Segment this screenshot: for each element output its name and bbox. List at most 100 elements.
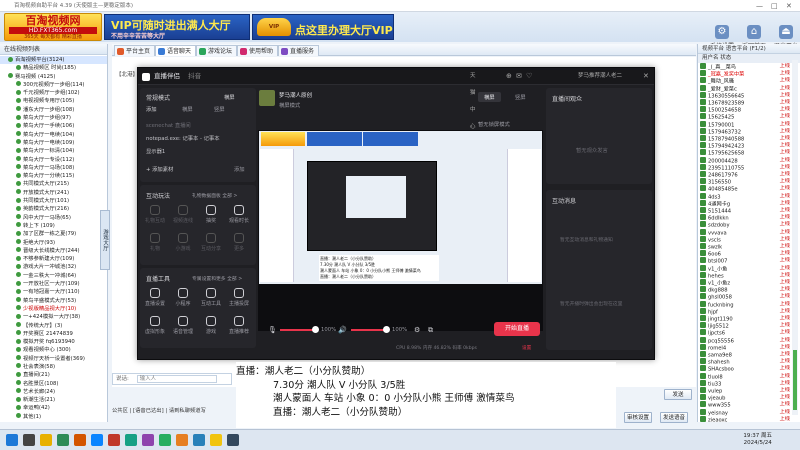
user-row[interactable]: _爱财_爱菜c 上线	[700, 84, 796, 92]
live-tool-item[interactable]: 直播设置	[141, 288, 169, 307]
user-row[interactable]: 23951110755 上线	[700, 163, 796, 171]
live-tool-item[interactable]: 语音管理	[169, 316, 197, 335]
live-tool-item[interactable]: 互动工具	[197, 288, 225, 307]
vip-ad-2[interactable]: VIP 点这里办理大厅VIP	[252, 14, 394, 40]
taskbar-app-icon[interactable]	[142, 434, 154, 446]
scrollbar-thumb[interactable]	[793, 350, 797, 410]
taskbar-clock[interactable]: 19:37 周五 2024/5/24	[743, 433, 772, 447]
close-button[interactable]: ✕	[786, 0, 792, 12]
add-source-alt-button[interactable]: 添加	[234, 165, 245, 173]
channel-tree-item[interactable]: 精品视频区 时尚(185)	[0, 64, 107, 72]
user-list-tabs[interactable]: 视频平台 语言平台 (F1/2)	[698, 44, 800, 54]
user-list-scrollbar[interactable]	[792, 60, 798, 415]
minimize-button[interactable]: —	[756, 0, 763, 12]
channel-tree-item[interactable]: 共同模式大厅(215)	[0, 180, 107, 188]
live-tool-item[interactable]: 虚拟形象	[141, 316, 169, 335]
live-tool-item[interactable]: 主播投屏	[225, 288, 253, 307]
user-row[interactable]: 200004428 上线	[700, 156, 796, 164]
interaction-item[interactable]: 更多	[225, 233, 253, 252]
source-item-3[interactable]: 显示器1	[146, 147, 165, 155]
taskbar-app-icon[interactable]	[6, 434, 18, 446]
source-item-1[interactable]: scenechat 直播间	[146, 121, 191, 129]
user-row[interactable]: 15790001 上线	[700, 120, 796, 128]
user-row[interactable]: ljpcts6 上线	[700, 329, 796, 337]
taskbar-app-icon[interactable]	[57, 434, 69, 446]
channel-tree-item[interactable]: 名胜景区(108)	[0, 380, 107, 388]
channel-tree-item[interactable]: 共同模式大厅(101)	[0, 197, 107, 205]
user-row[interactable]: 40485485e 上线	[700, 185, 796, 193]
user-row[interactable]: hjpf 上线	[700, 307, 796, 315]
interaction-more-link[interactable]: 礼物数据面板 全部 >	[192, 192, 237, 199]
user-row[interactable]: fucknbing 上线	[700, 300, 796, 308]
user-row[interactable]: v1_小鱼z 上线	[700, 279, 796, 286]
user-row[interactable]: v1_小鱼 上线	[700, 264, 796, 272]
user-row[interactable]: vjeaub 上线	[700, 394, 796, 401]
interaction-item[interactable]: 礼物互动	[141, 205, 169, 224]
tab-1[interactable]: 语音聊天	[155, 45, 197, 56]
channel-tree-item[interactable]: 不够参新建大厅(109)	[0, 255, 107, 263]
stream-header-item-3[interactable]: ♡	[526, 68, 532, 85]
user-row[interactable]: sama9e8 上线	[700, 351, 796, 358]
maximize-button[interactable]: □	[771, 0, 778, 12]
channel-tree-item[interactable]: 电视视频专用厅(105)	[0, 97, 107, 105]
user-row[interactable]: 3156550 上线	[700, 178, 796, 185]
taskbar-app-icon[interactable]	[74, 434, 86, 446]
user-row[interactable]: pcq55556 上线	[700, 336, 796, 344]
live-tool-item[interactable]: 游戏	[197, 316, 225, 335]
channel-tree-item[interactable]: 菜鸟大厅一标清(104)	[0, 147, 107, 155]
scene-add-button[interactable]: 添加	[146, 105, 157, 113]
channel-tree-item[interactable]: 开奖赛区 21474839	[0, 330, 107, 338]
user-row[interactable]: swzlk 上线	[700, 243, 796, 250]
stream-header-item-2[interactable]: ✉	[516, 68, 522, 85]
user-row[interactable]: 15794942423 上线	[700, 142, 796, 149]
user-row[interactable]: 13678923589 上线	[700, 99, 796, 106]
channel-tree-item[interactable]: 模拟开奖 fq6193940	[0, 338, 107, 346]
send-voice-button[interactable]: 发送语音	[660, 412, 688, 423]
interaction-item[interactable]: 抽奖	[197, 205, 225, 224]
audit-settings-button[interactable]: 审核设置	[624, 412, 652, 423]
channel-tree-item[interactable]: 开放模式大厅(241)	[0, 189, 107, 197]
channel-tree-item[interactable]: 【传统大厅】(3)	[0, 322, 107, 330]
user-row[interactable]: 1500254658 上线	[700, 106, 796, 113]
channel-tree-item[interactable]: 赛马视频 (4125)	[0, 73, 107, 81]
channel-tree-item[interactable]: 千元视频厅一步组(102)	[0, 89, 107, 97]
user-row[interactable]: 4ds3 上线	[700, 192, 796, 200]
user-row[interactable]: _(_真__菜鸟 上线	[700, 63, 796, 70]
channel-tree-item[interactable]: 菜鸟大厅一马场(108)	[0, 164, 107, 172]
channel-tree-item[interactable]: 观看视频中心 (300)	[0, 346, 107, 354]
user-row[interactable]: 248617976 上线	[700, 171, 796, 178]
channel-tree-item[interactable]: 菜鸟大厅一步组(97)	[0, 114, 107, 122]
user-row[interactable]: 15787940588 上线	[700, 135, 796, 142]
channel-tree-item[interactable]: 拒绝大厅(93)	[0, 239, 107, 247]
user-row[interactable]: 1579463732 上线	[700, 127, 796, 135]
live-tools-more-link[interactable]: 专属设置和更多 全部 >	[192, 275, 242, 282]
tab-0[interactable]: 平台主页	[114, 45, 156, 56]
taskbar-app-icon[interactable]	[40, 434, 52, 446]
send-button[interactable]: 发送	[664, 389, 692, 400]
tab-4[interactable]: 直播服务	[278, 45, 320, 56]
speaker-icon[interactable]: 🔊	[338, 326, 347, 334]
user-row[interactable]: 6ddlkkn 上线	[700, 214, 796, 221]
mode-landscape-tab[interactable]: 横屏	[478, 92, 501, 102]
channel-tree-item[interactable]: 潘东大厅一步组(108)	[0, 106, 107, 114]
channel-tree-item[interactable]: 其他(1)	[0, 413, 107, 421]
channel-tree-item[interactable]: 新潮生活(21)	[0, 396, 107, 404]
user-row[interactable]: 4通网卡g 上线	[700, 199, 796, 207]
user-row[interactable]: _舞动_风骚 上线	[700, 77, 796, 85]
tab-2[interactable]: 游戏论坛	[196, 45, 238, 56]
mic-volume-handle[interactable]	[312, 326, 319, 333]
user-row[interactable]: _冠嘉_发奖中菜 上线	[700, 70, 796, 77]
status-settings-link[interactable]: 设置	[522, 345, 531, 351]
user-row[interactable]: vvvava 上线	[700, 228, 796, 236]
speaker-volume-slider[interactable]	[351, 329, 385, 331]
user-row[interactable]: btsl007 上线	[700, 257, 796, 265]
channel-tree-item[interactable]: 菜鸟大厅一手续(106)	[0, 122, 107, 130]
channel-tree-item[interactable]: 一金三秩大一冲城(64)	[0, 272, 107, 280]
channel-tree-item[interactable]: 风中大厅一马场(65)	[0, 214, 107, 222]
user-row[interactable]: 6oo6 上线	[700, 250, 796, 257]
vip-ad-1[interactable]: VIP可随时进出满人大厅 不用辛辛苦苦等大厅	[104, 14, 250, 40]
channel-tree-item[interactable]: 300元视频厅一步组(114)	[0, 81, 107, 89]
channel-tree-item[interactable]: 加了区群一栋之夏(79)	[0, 230, 107, 238]
source-item-2[interactable]: notepad.exe: 记事本 - 记事本	[146, 134, 220, 142]
interaction-item[interactable]: 观看时长	[225, 205, 253, 224]
